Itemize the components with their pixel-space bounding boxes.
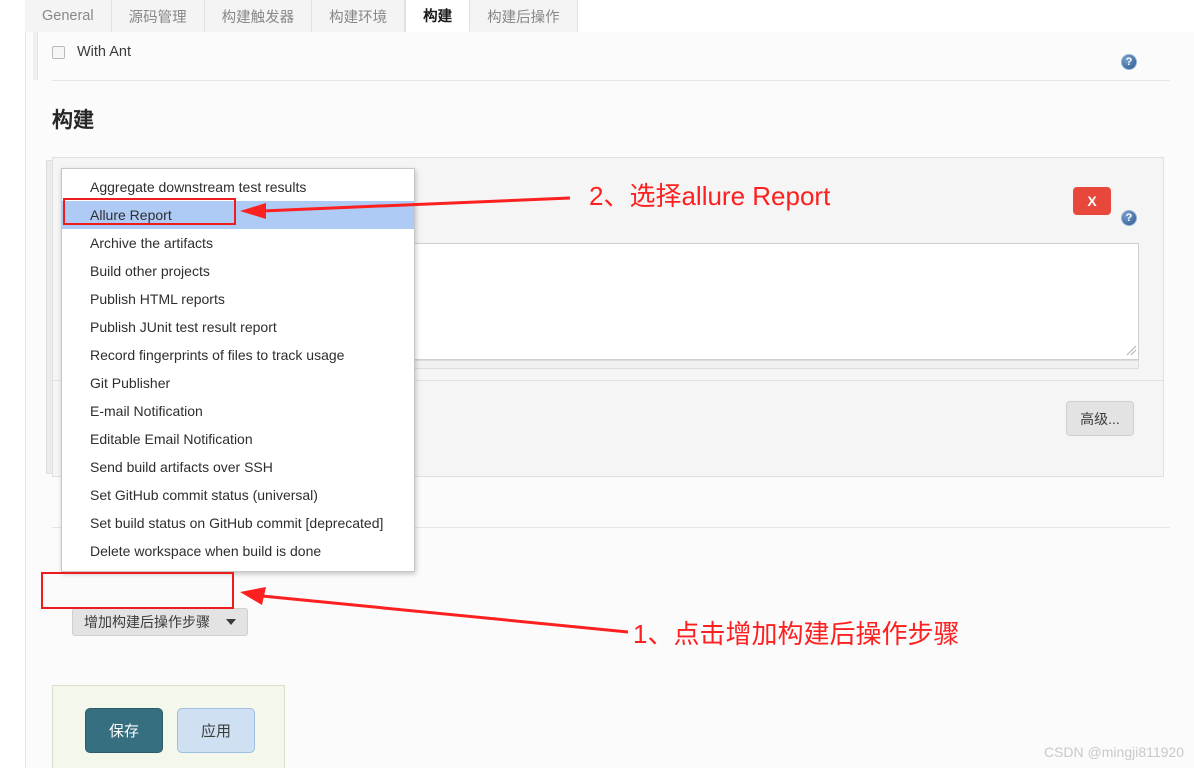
dropdown-item[interactable]: Aggregate downstream test results [62, 173, 414, 201]
dropdown-item-label: Record fingerprints of files to track us… [90, 347, 345, 363]
dropdown-item-label: Publish JUnit test result report [90, 319, 277, 335]
dropdown-item-label: Send build artifacts over SSH [90, 459, 273, 475]
dropdown-item-label: Aggregate downstream test results [90, 179, 307, 195]
chevron-down-icon [226, 619, 236, 625]
config-tabbar: General 源码管理 构建触发器 构建环境 构建 构建后操作 [25, 0, 1194, 32]
dropdown-item[interactable]: Set GitHub commit status (universal) [62, 481, 414, 509]
tab-label: General [42, 8, 94, 24]
tab-label: 构建触发器 [221, 9, 295, 26]
tab-label: 构建后操作 [487, 9, 560, 26]
dropdown-item[interactable]: Git Publisher [62, 369, 414, 397]
tab-label: 源码管理 [128, 9, 187, 26]
dropdown-item-label: Delete workspace when build is done [90, 543, 322, 559]
apply-button[interactable]: 应用 [177, 708, 255, 753]
dropdown-item[interactable]: Archive the artifacts [62, 229, 414, 257]
dropdown-item-label: E-mail Notification [90, 403, 203, 419]
tab-build[interactable]: 构建 [405, 0, 471, 32]
dropdown-item-label: Publish HTML reports [90, 291, 225, 307]
add-post-build-step-button[interactable]: 增加构建后操作步骤 [72, 608, 248, 636]
tab-label: 构建环境 [329, 9, 388, 26]
dropdown-item-label: Build other projects [90, 263, 210, 279]
dropdown-item[interactable]: Delete workspace when build is done [62, 537, 414, 565]
dropdown-item-label: Git Publisher [90, 375, 171, 391]
dropdown-item-label: Archive the artifacts [90, 235, 213, 251]
annotation-step-1: 1、点击增加构建后操作步骤 [633, 619, 960, 649]
help-icon[interactable] [1121, 210, 1137, 226]
jenkins-job-config-screen: General 源码管理 构建触发器 构建环境 构建 构建后操作 With An… [0, 0, 1194, 768]
dropdown-item[interactable]: Set build status on GitHub commit [depre… [62, 509, 414, 537]
advanced-button[interactable]: 高级... [1066, 401, 1134, 436]
dropdown-item-label: Set GitHub commit status (universal) [90, 487, 318, 503]
tab-post-build-action[interactable]: 构建后操作 [470, 0, 578, 32]
save-button[interactable]: 保存 [85, 708, 163, 753]
with-ant-checkbox[interactable] [52, 45, 65, 59]
tab-label: 构建 [423, 9, 453, 25]
tab-build-environment[interactable]: 构建环境 [312, 0, 406, 32]
dropdown-item[interactable]: Send build artifacts over SSH [62, 453, 414, 481]
tab-general[interactable]: General [25, 0, 112, 32]
tab-source-management[interactable]: 源码管理 [111, 0, 205, 32]
dropdown-item[interactable]: Publish HTML reports [62, 285, 414, 313]
delete-build-step-button[interactable]: X [1073, 187, 1111, 215]
dropdown-item[interactable]: E-mail Notification [62, 397, 414, 425]
dropdown-item[interactable]: Record fingerprints of files to track us… [62, 341, 414, 369]
dropdown-item-label: Editable Email Notification [90, 431, 253, 447]
tab-build-trigger[interactable]: 构建触发器 [204, 0, 313, 32]
help-icon[interactable] [1121, 54, 1137, 70]
dropdown-item-label: Set build status on GitHub commit [depre… [90, 515, 384, 531]
form-action-bar: 保存 应用 [52, 685, 285, 768]
dropdown-item[interactable]: Publish JUnit test result report [62, 313, 414, 341]
dropdown-item[interactable]: Editable Email Notification [62, 425, 414, 453]
dropdown-item[interactable]: Allure Report [62, 201, 414, 229]
annotation-step-2: 2、选择allure Report [589, 181, 831, 211]
watermark: CSDN @mingji811920 [1043, 744, 1184, 760]
section-divider [52, 80, 1170, 81]
page-title: 构建 [52, 109, 94, 132]
with-ant-label: With Ant [77, 44, 131, 60]
with-ant-gutter [33, 32, 38, 80]
post-build-step-dropdown-menu[interactable]: Aggregate downstream test results Allure … [61, 168, 415, 572]
add-post-build-step-label: 增加构建后操作步骤 [84, 614, 210, 630]
dropdown-item[interactable]: Build other projects [62, 257, 414, 285]
dropdown-item-label: Allure Report [90, 207, 172, 223]
with-ant-row: With Ant [52, 44, 131, 60]
